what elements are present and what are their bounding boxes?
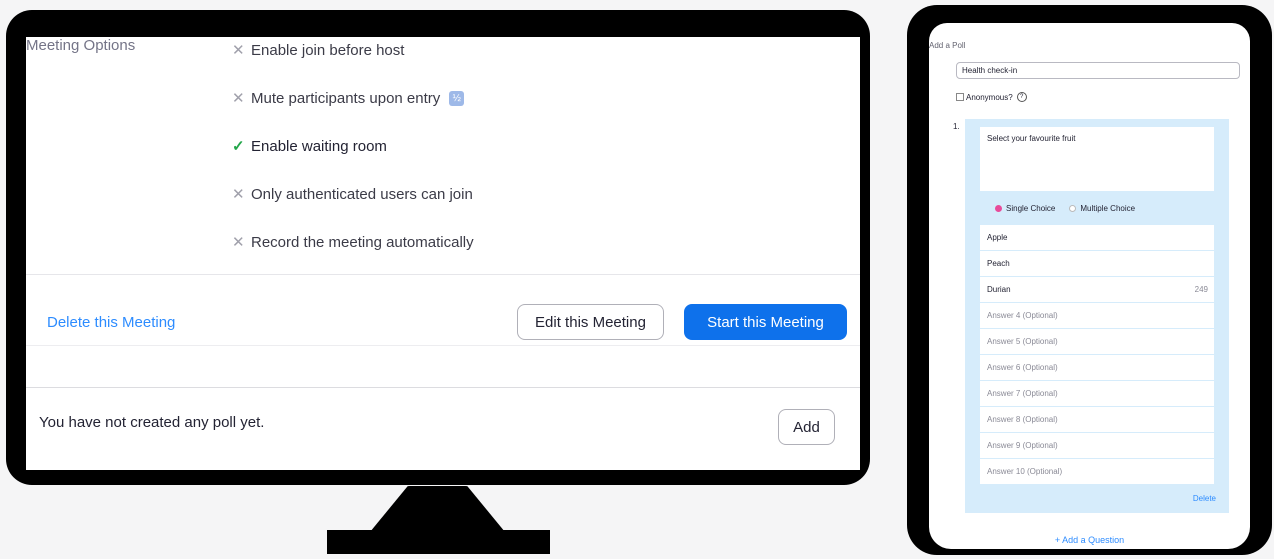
divider <box>26 274 860 275</box>
option-authenticated-users: ✕ Only authenticated users can join <box>232 185 473 204</box>
answer-input[interactable]: Answer 5 (Optional) <box>980 329 1214 355</box>
answer-placeholder: Answer 4 (Optional) <box>987 311 1058 320</box>
answer-input[interactable]: Answer 4 (Optional) <box>980 303 1214 329</box>
edit-meeting-button[interactable]: Edit this Meeting <box>517 304 664 340</box>
tablet-frame: Add a Poll Health check-in Anonymous? ? … <box>907 5 1272 555</box>
add-question-link[interactable]: + Add a Question <box>929 535 1250 545</box>
delete-question-link[interactable]: Delete <box>1193 494 1216 503</box>
no-poll-message: You have not created any poll yet. <box>39 414 265 431</box>
section-separator <box>26 345 860 388</box>
answer-input[interactable]: Answer 9 (Optional) <box>980 433 1214 459</box>
option-mute-participants: ✕ Mute participants upon entry ½ <box>232 89 465 107</box>
x-icon: ✕ <box>232 90 245 107</box>
answer-text: Durian <box>987 285 1011 294</box>
start-meeting-button[interactable]: Start this Meeting <box>684 304 847 340</box>
multiple-choice-label: Multiple Choice <box>1080 204 1136 213</box>
answer-text: Apple <box>987 233 1008 242</box>
option-label: Record the meeting automatically <box>251 233 474 251</box>
monitor-base <box>327 530 550 554</box>
single-choice-radio[interactable]: Single Choice <box>995 204 1055 213</box>
anonymous-option[interactable]: Anonymous? ? <box>956 92 1027 102</box>
radio-selected-icon <box>995 205 1002 212</box>
multiple-choice-radio[interactable]: Multiple Choice <box>1069 204 1135 213</box>
answer-placeholder: Answer 9 (Optional) <box>987 441 1058 450</box>
answer-list: Apple Peach Durian 249 Answer 4 (Optional… <box>980 225 1214 485</box>
answer-input[interactable]: Answer 7 (Optional) <box>980 381 1214 407</box>
meeting-options-title: Meeting Options <box>26 37 136 54</box>
answer-placeholder: Answer 6 (Optional) <box>987 363 1058 372</box>
poll-title-input[interactable]: Health check-in <box>956 62 1240 79</box>
answer-placeholder: Answer 8 (Optional) <box>987 415 1058 424</box>
option-record-automatically: ✕ Record the meeting automatically <box>232 233 474 252</box>
anonymous-checkbox[interactable] <box>956 93 964 101</box>
answer-input[interactable]: Peach <box>980 251 1214 277</box>
answer-input[interactable]: Apple <box>980 225 1214 251</box>
x-icon: ✕ <box>232 42 245 59</box>
answer-placeholder: Answer 7 (Optional) <box>987 389 1058 398</box>
question-number: 1. <box>953 122 960 131</box>
meeting-screen: Meeting Options ✕ Enable join before hos… <box>26 37 860 470</box>
answer-input[interactable]: Answer 6 (Optional) <box>980 355 1214 381</box>
answer-input[interactable]: Answer 10 (Optional) <box>980 459 1214 485</box>
option-label: Mute participants upon entry <box>251 89 441 107</box>
question-text-input[interactable]: Select your favourite fruit <box>980 127 1214 191</box>
answer-placeholder: Answer 5 (Optional) <box>987 337 1058 346</box>
choice-type-radios: Single Choice Multiple Choice <box>995 204 1135 213</box>
x-icon: ✕ <box>232 234 245 251</box>
poll-screen: Add a Poll Health check-in Anonymous? ? … <box>929 23 1250 549</box>
option-waiting-room: ✓ Enable waiting room <box>232 137 387 156</box>
answer-placeholder: Answer 10 (Optional) <box>987 467 1063 476</box>
single-choice-label: Single Choice <box>1006 204 1056 213</box>
add-poll-button[interactable]: Add <box>778 409 835 445</box>
option-label: Enable waiting room <box>251 137 387 155</box>
answer-input[interactable]: Durian 249 <box>980 277 1214 303</box>
option-join-before-host: ✕ Enable join before host <box>232 41 405 60</box>
info-badge-icon[interactable]: ½ <box>449 90 465 106</box>
char-count: 249 <box>1194 285 1208 294</box>
add-poll-title: Add a Poll <box>929 41 966 50</box>
x-icon: ✕ <box>232 186 245 203</box>
anonymous-label: Anonymous? <box>966 92 1013 102</box>
answer-input[interactable]: Answer 8 (Optional) <box>980 407 1214 433</box>
monitor-stand <box>370 486 505 532</box>
delete-meeting-link[interactable]: Delete this Meeting <box>47 314 175 331</box>
check-icon: ✓ <box>232 138 245 155</box>
answer-text: Peach <box>987 259 1010 268</box>
option-label: Only authenticated users can join <box>251 185 473 203</box>
help-icon[interactable]: ? <box>1016 92 1027 102</box>
radio-empty-icon <box>1069 205 1077 212</box>
option-label: Enable join before host <box>251 41 405 59</box>
monitor-frame: Meeting Options ✕ Enable join before hos… <box>6 10 870 485</box>
question-panel: Select your favourite fruit Single Choic… <box>965 119 1229 513</box>
